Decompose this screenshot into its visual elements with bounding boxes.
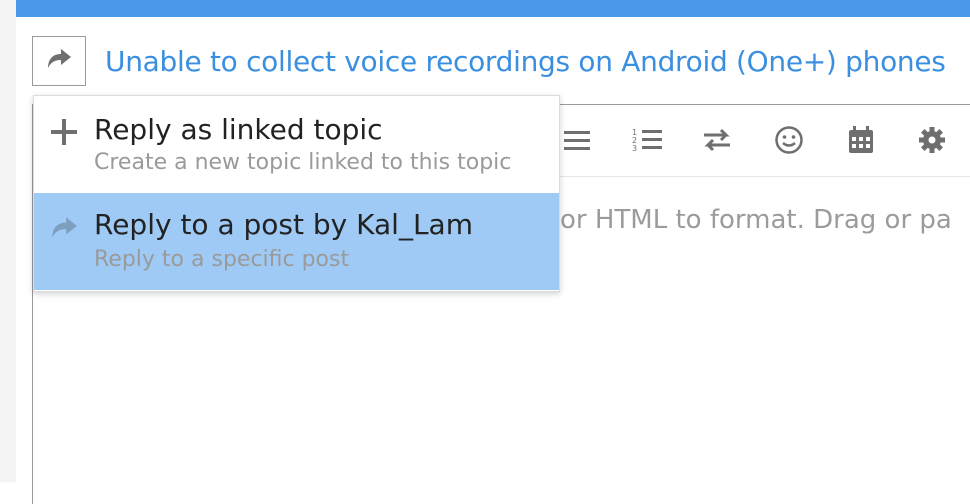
bullet-list-icon: [558, 127, 592, 157]
reply-option-description: Create a new topic linked to this topic: [94, 150, 512, 175]
calendar-icon: [847, 125, 875, 159]
left-rail: [0, 0, 16, 482]
reply-option-linked-topic[interactable]: Reply as linked topic Create a new topic…: [34, 96, 559, 193]
emoji-icon: [774, 125, 804, 159]
svg-text:3: 3: [632, 144, 637, 153]
options-button[interactable]: [912, 120, 952, 164]
reply-arrow-icon: [45, 47, 73, 75]
reply-option-label: Reply as linked topic: [94, 113, 383, 146]
rtl-toggle-button[interactable]: [697, 120, 737, 164]
reply-topic-title-link[interactable]: Unable to collect voice recordings on An…: [105, 40, 965, 84]
reply-option-label: Reply to a post by Kal_Lam: [94, 208, 473, 241]
reply-option-description: Reply to a specific post: [94, 247, 350, 272]
reply-arrow-icon: [48, 212, 80, 244]
top-bar: [16, 0, 970, 17]
gear-icon: [917, 125, 947, 159]
plus-icon: [48, 116, 80, 148]
numbered-list-icon: 1 2 3: [630, 126, 664, 158]
emoji-button[interactable]: [769, 120, 809, 164]
insert-date-button[interactable]: [841, 120, 881, 164]
reply-option-specific-post[interactable]: Reply to a post by Kal_Lam Reply to a sp…: [34, 193, 559, 290]
bullet-list-button[interactable]: [555, 120, 595, 164]
editor-placeholder[interactable]: or HTML to format. Drag or pa: [560, 200, 970, 240]
numbered-list-button[interactable]: 1 2 3: [627, 120, 667, 164]
reply-type-dropdown: Reply as linked topic Create a new topic…: [33, 95, 560, 292]
rtl-toggle-icon: [700, 127, 734, 157]
reply-type-toggle-button[interactable]: [32, 36, 86, 86]
